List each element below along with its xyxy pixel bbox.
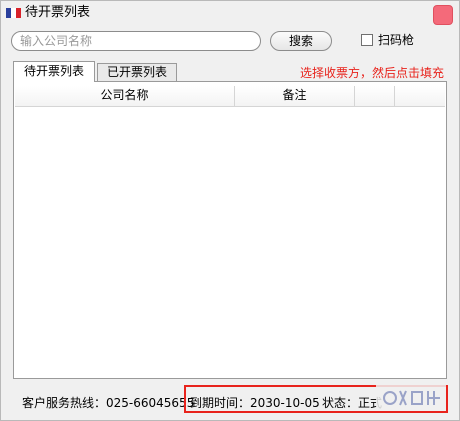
tab-pending-invoices[interactable]: 待开票列表 [13, 61, 95, 82]
list-body[interactable] [15, 107, 445, 377]
service-hotline: 客户服务热线：025-66045655 [22, 394, 194, 411]
company-search-box[interactable] [11, 31, 261, 51]
scan-gun-checkbox[interactable] [361, 34, 373, 46]
column-header-company[interactable]: 公司名称 [15, 86, 235, 106]
list-header: 公司名称 备注 [15, 86, 445, 107]
instruction-hint: 选择收票方，然后点击填充 [300, 66, 445, 80]
column-header-extra-2[interactable] [395, 86, 445, 106]
search-button[interactable]: 搜索 [270, 31, 332, 51]
invoice-pending-window: 待开票列表 搜索 扫码枪 待开票列表 已开票列表 选择收票方，然后点击填充 公司… [0, 0, 460, 421]
status-label: 状态： [322, 396, 359, 410]
watermark-icon [376, 385, 446, 411]
company-search-input[interactable] [20, 33, 250, 49]
hotline-number: 025-66045655 [106, 396, 195, 410]
license-status: 状态：正式 [322, 394, 382, 411]
hotline-label: 客户服务热线： [22, 396, 107, 410]
expiry-info: 到期时间：2030-10-05 [190, 394, 320, 411]
expiry-label: 到期时间： [190, 396, 251, 410]
window-title: 待开票列表 [25, 5, 91, 20]
title-bar[interactable]: 待开票列表 [1, 1, 459, 27]
scan-gun-label: 扫码枪 [378, 33, 415, 47]
close-button[interactable] [433, 5, 453, 25]
app-flag-icon [6, 8, 21, 18]
column-header-extra-1[interactable] [355, 86, 395, 106]
tab-issued-invoices[interactable]: 已开票列表 [97, 63, 177, 83]
status-bar: 客户服务热线：025-66045655 到期时间：2030-10-05 状态：正… [1, 385, 459, 415]
pending-invoice-list: 公司名称 备注 [13, 81, 447, 379]
license-info-highlight: 到期时间：2030-10-05 状态：正式 [184, 385, 448, 413]
expiry-date: 2030-10-05 [250, 396, 320, 410]
column-header-remark[interactable]: 备注 [235, 86, 355, 106]
